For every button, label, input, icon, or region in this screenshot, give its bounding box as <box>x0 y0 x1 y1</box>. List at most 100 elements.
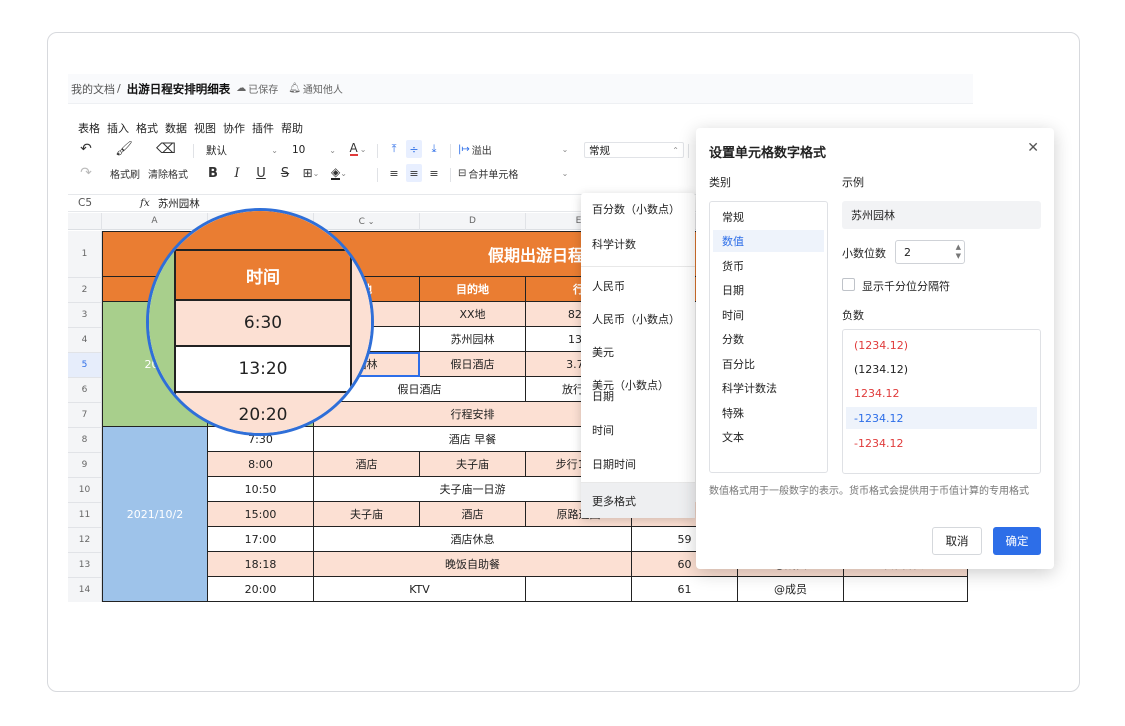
cell-g14[interactable]: @成员 <box>738 577 844 602</box>
cell-d5[interactable]: 假日酒店 <box>420 352 526 377</box>
align-top-icon[interactable]: ⤒ <box>386 140 402 158</box>
cell-d2[interactable]: 目的地 <box>420 277 526 302</box>
cell-c13-e13[interactable]: 晚饭自助餐 <box>314 552 632 577</box>
menu-item-rmb-decimal[interactable]: 人民币（小数点） <box>581 301 695 337</box>
cell-f14[interactable]: 61 <box>632 577 738 602</box>
doc-title[interactable]: 出游日程安排明细表 <box>127 81 231 97</box>
row-header-9[interactable]: 9 <box>68 452 102 477</box>
negative-option-red-minus[interactable]: -1234.12 <box>846 432 1037 454</box>
cell-d9[interactable]: 夫子庙 <box>420 452 526 477</box>
cell-reference[interactable]: C5 <box>68 197 102 209</box>
number-format-select[interactable]: 常规 ⌃ <box>584 142 684 158</box>
negative-option-paren[interactable]: (1234.12) <box>846 358 1037 380</box>
column-header-d[interactable]: D <box>420 213 526 230</box>
eraser-icon[interactable]: ⌫ <box>156 140 176 158</box>
category-percent[interactable]: 百分比 <box>713 353 824 375</box>
align-left-icon[interactable]: ≡ <box>386 164 402 182</box>
redo-icon[interactable]: ↷ <box>78 164 94 182</box>
menu-plugins[interactable]: 插件 <box>252 120 274 136</box>
row-header-7[interactable]: 7 <box>68 402 102 427</box>
row-header-11[interactable]: 11 <box>68 502 102 527</box>
notify-button[interactable]: 🔔︎ 通知他人 <box>288 81 343 96</box>
cell-b10[interactable]: 10:50 <box>208 477 314 502</box>
align-middle-icon[interactable]: ÷ <box>406 140 422 158</box>
font-color-button[interactable]: A ⌄ <box>346 140 370 158</box>
menu-collab[interactable]: 协作 <box>223 120 245 136</box>
row-header-4[interactable]: 4 <box>68 327 102 352</box>
cell-b11[interactable]: 15:00 <box>208 502 314 527</box>
select-all-corner[interactable] <box>68 213 102 230</box>
cell-c9[interactable]: 酒店 <box>314 452 420 477</box>
overflow-button[interactable]: |↦ 溢出 <box>458 140 518 158</box>
menu-item-more-formats[interactable]: 更多格式 <box>581 483 695 518</box>
cell-b13[interactable]: 18:18 <box>208 552 314 577</box>
category-general[interactable]: 常规 <box>713 206 824 228</box>
ok-button[interactable]: 确定 <box>993 527 1041 555</box>
category-date[interactable]: 日期 <box>713 279 824 301</box>
cell-b12[interactable]: 17:00 <box>208 527 314 552</box>
cancel-button[interactable]: 取消 <box>932 527 982 555</box>
category-number[interactable]: 数值 <box>713 230 824 252</box>
row-header-2[interactable]: 2 <box>68 277 102 302</box>
menu-view[interactable]: 视图 <box>194 120 216 136</box>
menu-help[interactable]: 帮助 <box>281 120 303 136</box>
negative-option-minus[interactable]: -1234.12 <box>846 407 1037 429</box>
row-header-12[interactable]: 12 <box>68 527 102 552</box>
cell-c11[interactable]: 夫子庙 <box>314 502 420 527</box>
category-scientific[interactable]: 科学计数法 <box>713 377 824 399</box>
category-time[interactable]: 时间 <box>713 304 824 326</box>
cell-d4[interactable]: 苏州园林 <box>420 327 526 352</box>
thousands-separator-checkbox[interactable] <box>842 278 855 291</box>
align-right-icon[interactable]: ≡ <box>426 164 442 182</box>
font-size-select[interactable]: 10 ⌄ <box>288 142 340 158</box>
strikethrough-button[interactable]: S <box>278 164 292 182</box>
decimal-places-stepper[interactable]: 2 ▲ ▼ <box>895 240 965 264</box>
menu-format[interactable]: 格式 <box>136 120 158 136</box>
merge-cells-button[interactable]: ⊟ 合并单元格 <box>458 164 554 182</box>
italic-button[interactable]: I <box>230 164 244 182</box>
category-special[interactable]: 特殊 <box>713 402 824 424</box>
row-header-1[interactable]: 1 <box>68 231 102 277</box>
row-header-8[interactable]: 8 <box>68 427 102 452</box>
menu-item-usd[interactable]: 美元 <box>581 337 695 367</box>
fill-color-icon[interactable]: ◈ ⌄ <box>326 164 352 182</box>
underline-button[interactable]: U <box>254 164 268 182</box>
borders-icon[interactable]: ⊞ ⌄ <box>300 164 322 182</box>
bold-button[interactable]: B <box>206 164 220 182</box>
row-header-14[interactable]: 14 <box>68 577 102 602</box>
align-center-icon[interactable]: ≡ <box>406 164 422 182</box>
menu-item-rmb[interactable]: 人民币 <box>581 271 695 301</box>
chevron-down-icon[interactable]: ⌄ <box>560 140 570 158</box>
row-header-6[interactable]: 6 <box>68 377 102 402</box>
negative-option-red-paren[interactable]: (1234.12) <box>846 334 1037 356</box>
breadcrumb-root[interactable]: 我的文档 <box>71 81 115 97</box>
cell-b9[interactable]: 8:00 <box>208 452 314 477</box>
category-text[interactable]: 文本 <box>713 426 824 448</box>
row-header-5[interactable]: 5 <box>68 352 102 377</box>
close-icon[interactable]: ✕ <box>1027 140 1039 156</box>
clear-format-label[interactable]: 清除格式 <box>148 166 188 181</box>
menu-data[interactable]: 数据 <box>165 120 187 136</box>
row-header-13[interactable]: 13 <box>68 552 102 577</box>
cell-d3[interactable]: XX地 <box>420 302 526 327</box>
align-bottom-icon[interactable]: ⤓ <box>426 140 442 158</box>
chevron-down-icon[interactable]: ⌄ <box>560 164 570 182</box>
menu-item-scientific[interactable]: 科学计数 <box>581 225 695 263</box>
formula-input[interactable]: 苏州园林 <box>158 196 200 211</box>
cell-c12-e12[interactable]: 酒店休息 <box>314 527 632 552</box>
row-header-10[interactable]: 10 <box>68 477 102 502</box>
cell-d11[interactable]: 酒店 <box>420 502 526 527</box>
font-family-select[interactable]: 默认 ⌄ <box>202 142 282 158</box>
undo-icon[interactable]: ↶ <box>78 140 94 158</box>
category-currency[interactable]: 货币 <box>713 255 824 277</box>
negative-option-red[interactable]: 1234.12 <box>846 382 1037 404</box>
menu-insert[interactable]: 插入 <box>107 120 129 136</box>
cell-c14-d14[interactable]: KTV <box>314 577 526 602</box>
cell-h14[interactable] <box>844 577 968 602</box>
date-cell-day2[interactable]: 2021/10/2 <box>102 427 208 602</box>
cell-b14[interactable]: 20:00 <box>208 577 314 602</box>
format-painter-label[interactable]: 格式刷 <box>108 166 142 181</box>
menu-item-percent-decimal[interactable]: 百分数（小数点） <box>581 193 695 225</box>
menu-item-date[interactable]: 日期 <box>581 379 695 413</box>
row-header-3[interactable]: 3 <box>68 302 102 327</box>
